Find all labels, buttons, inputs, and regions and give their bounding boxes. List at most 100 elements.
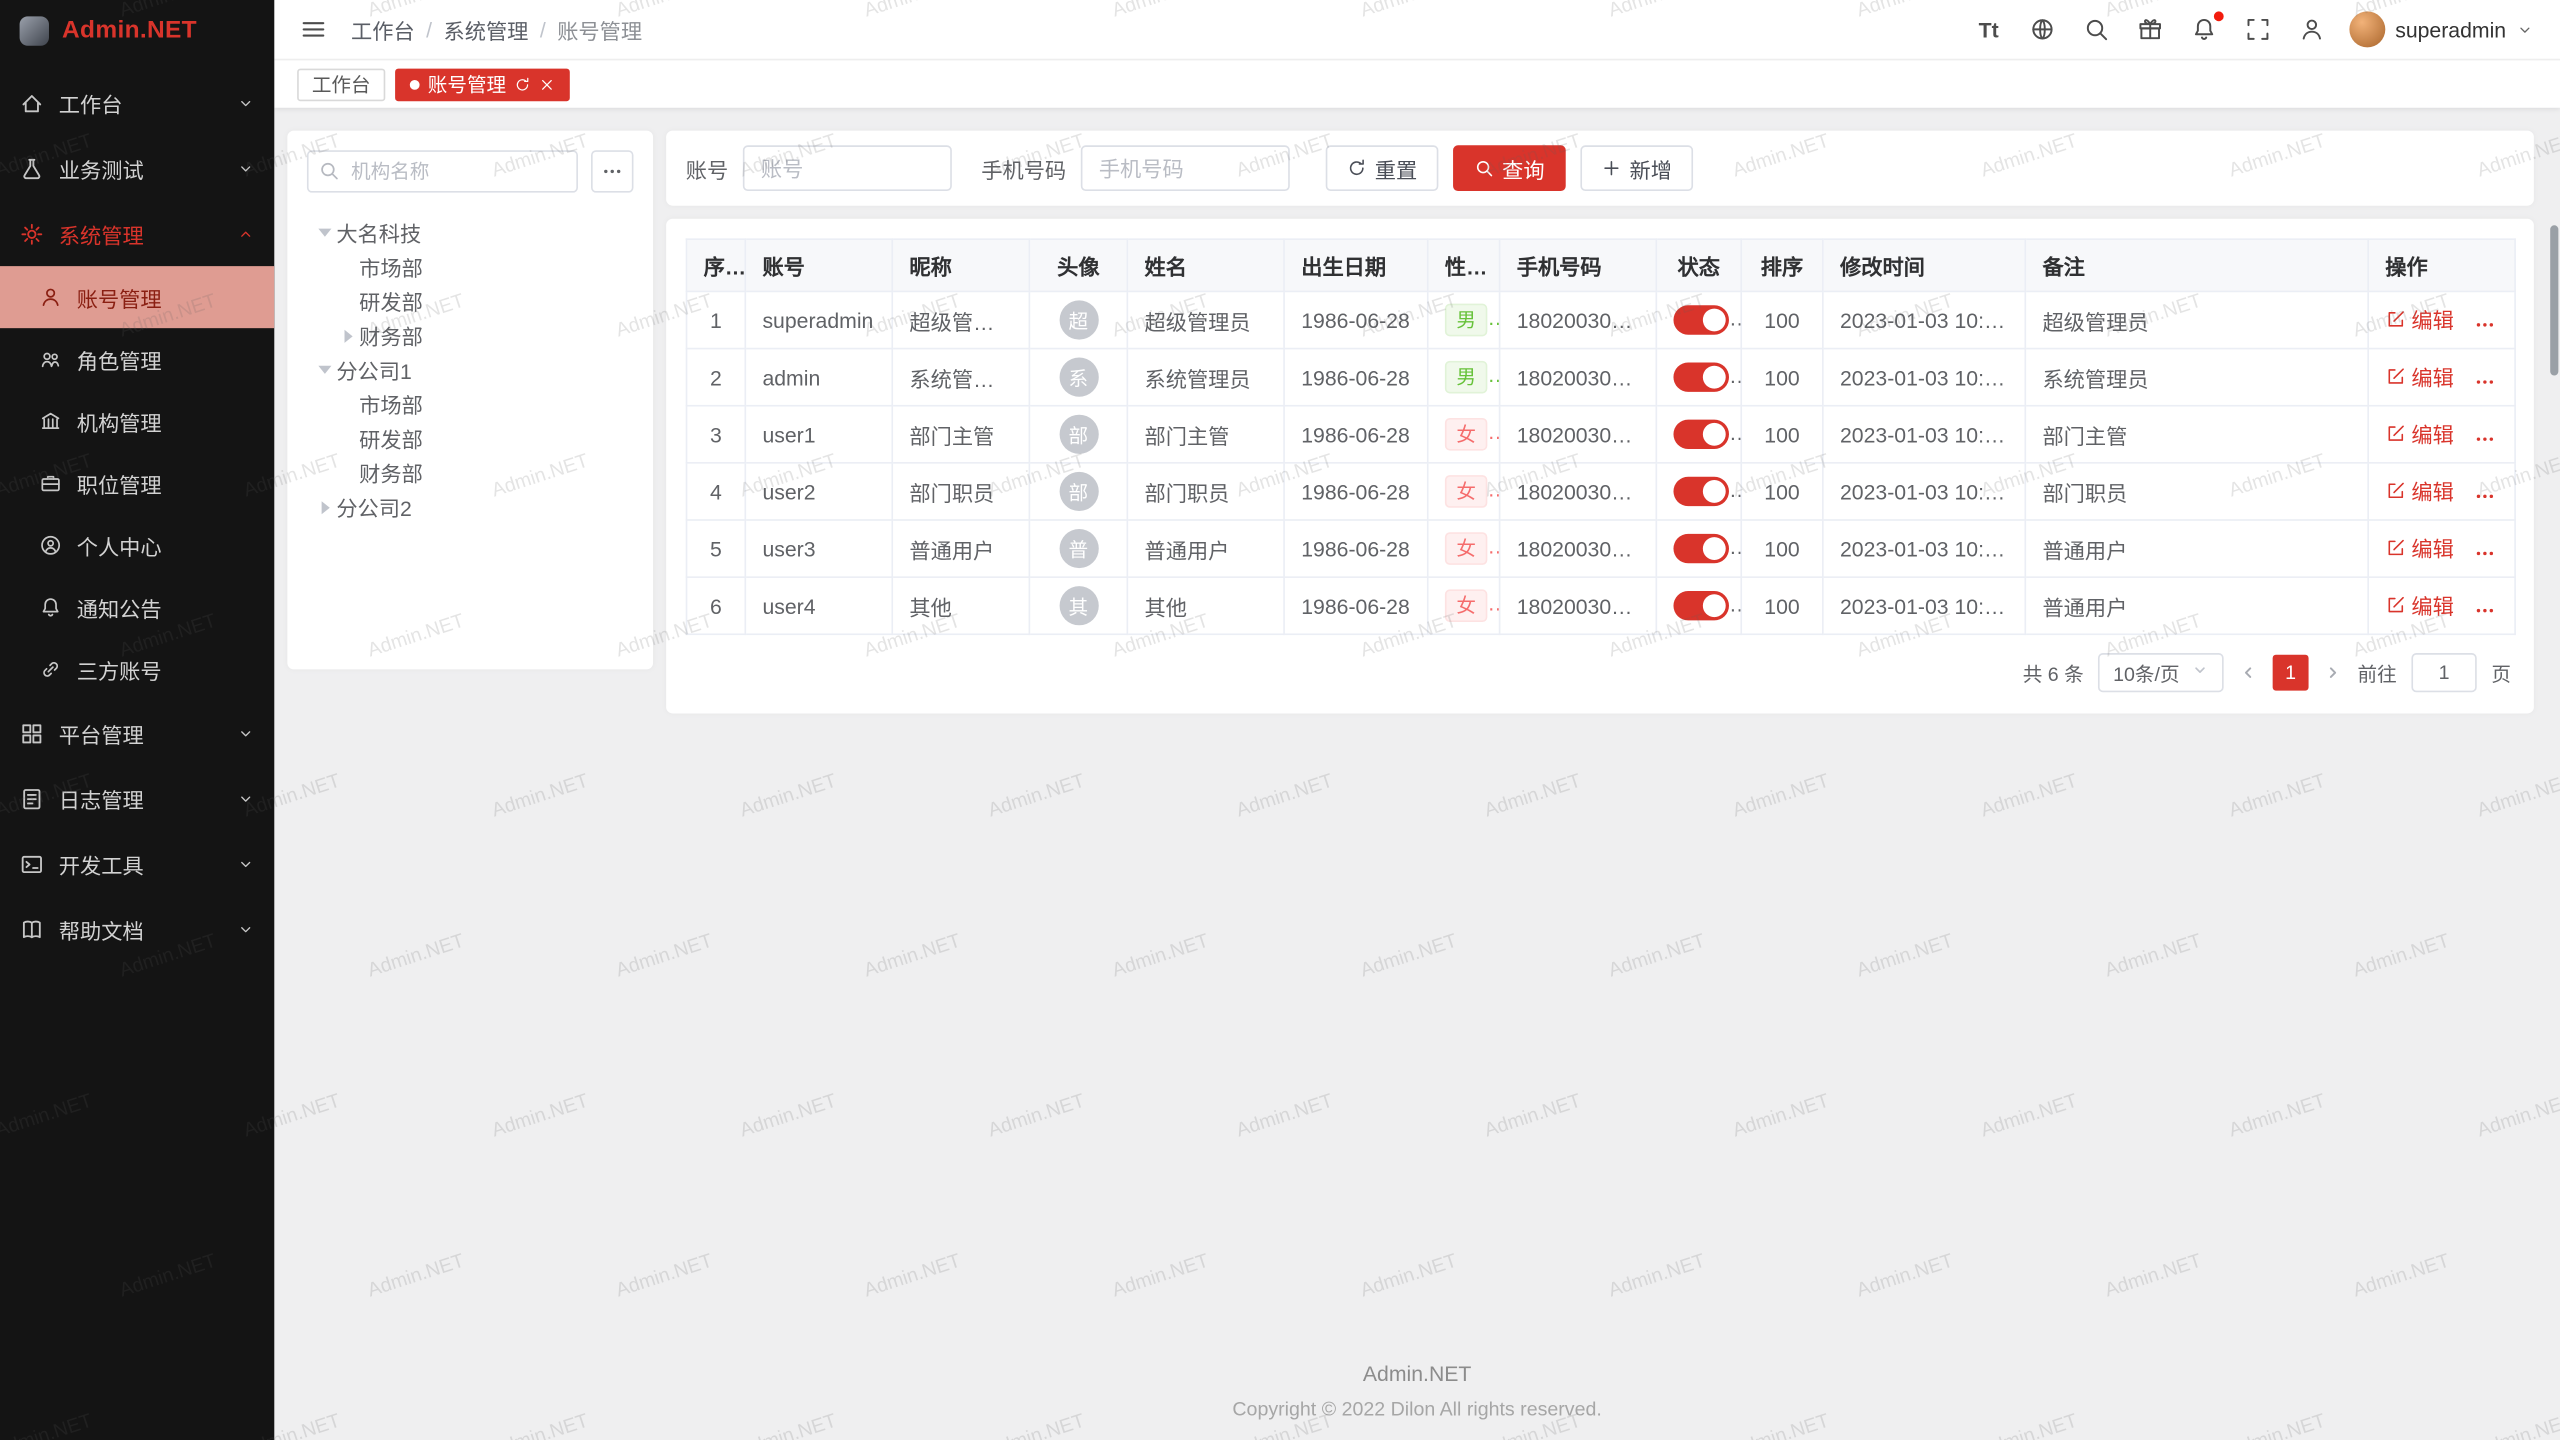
tree-node[interactable]: 大名科技 — [307, 216, 634, 250]
submenu-system-manage: 账号管理角色管理机构管理职位管理个人中心通知公告三方账号 — [0, 266, 274, 700]
status-toggle[interactable] — [1673, 477, 1729, 506]
cell-birthday: 1986-06-28 — [1284, 349, 1428, 406]
edit-button[interactable]: 编辑 — [2385, 590, 2454, 621]
row-more-button[interactable] — [2473, 542, 2496, 565]
tab-1[interactable]: 账号管理 — [395, 68, 570, 101]
search-button-label: 查询 — [1502, 153, 1544, 184]
caret-down-icon[interactable] — [313, 366, 336, 374]
edit-button[interactable]: 编辑 — [2385, 361, 2454, 392]
tree-node[interactable]: 市场部 — [307, 387, 634, 421]
doc-icon — [20, 786, 44, 810]
cell-modified: 2023-01-03 10:59:44 — [1823, 349, 2025, 406]
sidebar-item-third-account[interactable]: 三方账号 — [0, 638, 274, 700]
font-size-button[interactable]: Tt — [1972, 13, 2005, 46]
sidebar-item-position-manage[interactable]: 职位管理 — [0, 452, 274, 514]
breadcrumb-item[interactable]: 工作台 — [351, 14, 415, 45]
sidebar-item-workbench[interactable]: 工作台 — [0, 70, 274, 135]
org-search — [307, 150, 578, 192]
status-toggle[interactable] — [1673, 591, 1729, 620]
org-search-input[interactable] — [307, 150, 578, 192]
caret-right-icon[interactable] — [336, 329, 359, 342]
sidebar-item-role-manage[interactable]: 角色管理 — [0, 328, 274, 390]
row-more-button[interactable] — [2473, 370, 2496, 393]
sidebar-item-log-manage[interactable]: 日志管理 — [0, 766, 274, 831]
sidebar-item-label: 工作台 — [59, 87, 222, 118]
user-menu[interactable]: superadmin — [2349, 11, 2533, 47]
search-icon — [2083, 16, 2109, 42]
tab-0[interactable]: 工作台 — [297, 68, 385, 101]
status-toggle[interactable] — [1673, 420, 1729, 449]
page-root: Admin.NET 工作台业务测试系统管理账号管理角色管理机构管理职位管理个人中… — [0, 0, 2560, 1440]
status-toggle[interactable] — [1673, 305, 1729, 334]
language-button[interactable] — [2026, 13, 2059, 46]
sidebar-item-account-manage[interactable]: 账号管理 — [0, 266, 274, 328]
sidebar-item-platform-manage[interactable]: 平台管理 — [0, 700, 274, 765]
search-button[interactable]: 查询 — [1453, 145, 1566, 191]
tree-node[interactable]: 财务部 — [307, 456, 634, 490]
search-button[interactable] — [2080, 13, 2113, 46]
sidebar-item-profile-center[interactable]: 个人中心 — [0, 514, 274, 576]
edit-button[interactable]: 编辑 — [2385, 475, 2454, 506]
tree-node[interactable]: 分公司1 — [307, 353, 634, 387]
column-header: 账号 — [745, 239, 892, 291]
row-more-button[interactable] — [2473, 427, 2496, 450]
row-more-button[interactable] — [2473, 599, 2496, 622]
tree-node[interactable]: 市场部 — [307, 250, 634, 284]
sidebar-item-label: 职位管理 — [77, 468, 255, 499]
row-more-button[interactable] — [2473, 485, 2496, 508]
caret-right-icon[interactable] — [313, 500, 336, 513]
breadcrumb-item[interactable]: 系统管理 — [443, 14, 528, 45]
tree-node[interactable]: 研发部 — [307, 421, 634, 455]
edit-button[interactable]: 编辑 — [2385, 533, 2454, 564]
account-filter-input[interactable] — [743, 145, 952, 191]
current-page[interactable]: 1 — [2273, 655, 2309, 691]
reset-button[interactable]: 重置 — [1326, 145, 1439, 191]
refresh-icon[interactable] — [514, 76, 530, 92]
org-more-button[interactable] — [591, 150, 633, 192]
edit-button-label: 编辑 — [2411, 361, 2453, 392]
next-page-button[interactable] — [2323, 663, 2343, 683]
cell-phone: 18020030720 — [1500, 577, 1657, 634]
sidebar-item-dev-tools[interactable]: 开发工具 — [0, 831, 274, 896]
fullscreen-button[interactable] — [2242, 13, 2275, 46]
cell-avatar: 部 — [1029, 406, 1127, 463]
cell-ops: 编辑 — [2368, 577, 2515, 634]
sidebar-item-notice[interactable]: 通知公告 — [0, 576, 274, 638]
goto-page-input[interactable] — [2411, 653, 2476, 692]
header-left: 工作台/系统管理/账号管理 — [274, 13, 642, 46]
page-size-select[interactable]: 10条/页 — [2098, 653, 2223, 692]
prev-page-button[interactable] — [2238, 663, 2258, 683]
tree-node[interactable]: 财务部 — [307, 318, 634, 352]
close-icon[interactable] — [539, 76, 555, 92]
sidebar-item-help-docs[interactable]: 帮助文档 — [0, 896, 274, 961]
row-more-button[interactable] — [2473, 313, 2496, 336]
sidebar-item-label: 账号管理 — [77, 282, 255, 313]
add-button[interactable]: 新增 — [1581, 145, 1694, 191]
team-icon — [39, 348, 62, 371]
hamburger-menu-icon[interactable] — [297, 13, 330, 46]
logo[interactable]: Admin.NET — [0, 0, 274, 60]
sidebar-item-system-manage[interactable]: 系统管理 — [0, 201, 274, 266]
tree-node[interactable]: 分公司2 — [307, 490, 634, 524]
search-icon — [1474, 158, 1494, 178]
tree-node[interactable]: 研发部 — [307, 284, 634, 318]
edit-button[interactable]: 编辑 — [2385, 418, 2454, 449]
status-toggle[interactable] — [1673, 362, 1729, 391]
sidebar-item-business-test[interactable]: 业务测试 — [0, 136, 274, 201]
breadcrumb-item[interactable]: 账号管理 — [557, 14, 642, 45]
status-toggle[interactable] — [1673, 534, 1729, 563]
notification-button[interactable] — [2188, 13, 2221, 46]
caret-down-icon[interactable] — [313, 229, 336, 237]
edit-button[interactable]: 编辑 — [2385, 304, 2454, 335]
edit-button-label: 编辑 — [2411, 590, 2453, 621]
sidebar-item-org-manage[interactable]: 机构管理 — [0, 390, 274, 452]
sidebar-item-label: 日志管理 — [59, 783, 222, 814]
chevron-down-icon — [2191, 661, 2209, 684]
column-header: 头像 — [1029, 239, 1127, 291]
user-button[interactable] — [2296, 13, 2329, 46]
scrollbar-thumb[interactable] — [2550, 225, 2558, 375]
gender-badge: 女 — [1445, 418, 1487, 451]
theme-button[interactable] — [2134, 13, 2167, 46]
phone-filter-input[interactable] — [1081, 145, 1290, 191]
sidebar-item-label: 平台管理 — [59, 718, 222, 749]
